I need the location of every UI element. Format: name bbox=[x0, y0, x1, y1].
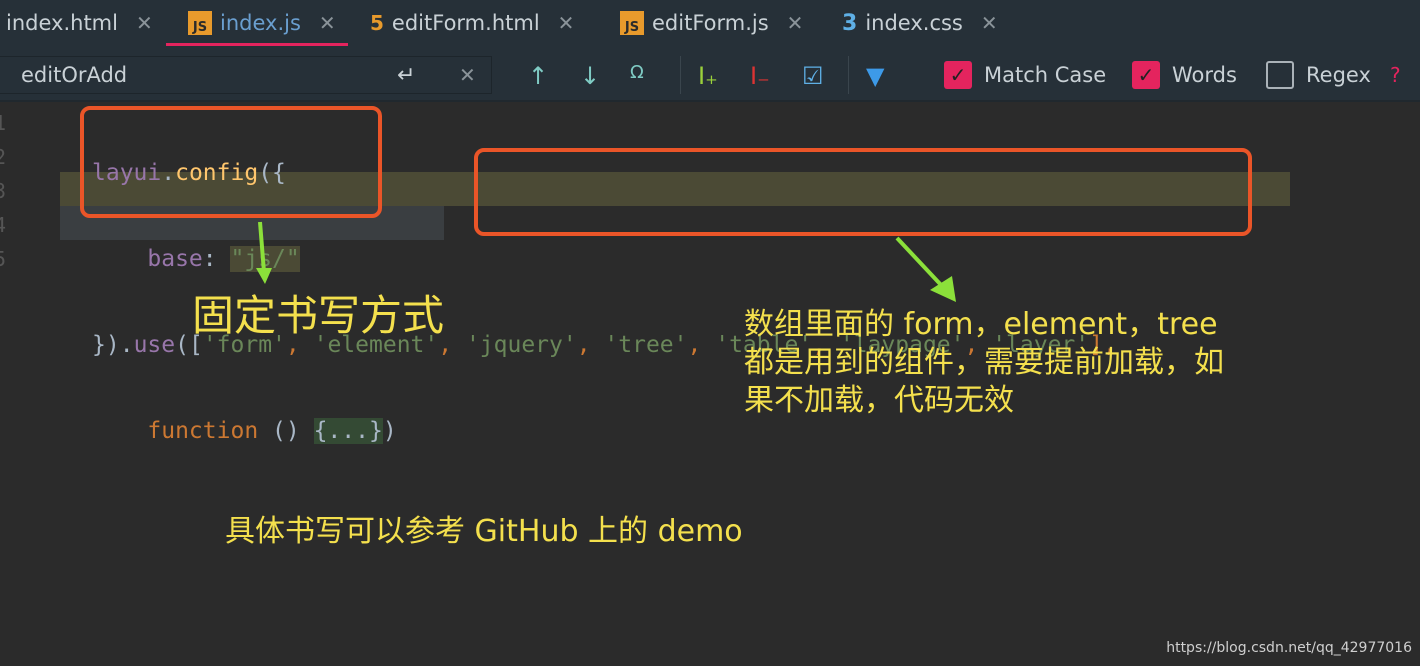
annotation-github: 具体书写可以参考 GitHub 上的 demo bbox=[225, 514, 743, 549]
arrow bbox=[895, 236, 956, 302]
arrow bbox=[256, 221, 272, 284]
watermark: https://blog.csdn.net/qq_42977016 bbox=[1166, 640, 1412, 656]
annotation-array: 数组里面的 form，element，tree 都是用到的组件，需要提前加载，如… bbox=[744, 307, 1224, 418]
annotation-fixed: 固定书写方式 bbox=[192, 291, 445, 340]
